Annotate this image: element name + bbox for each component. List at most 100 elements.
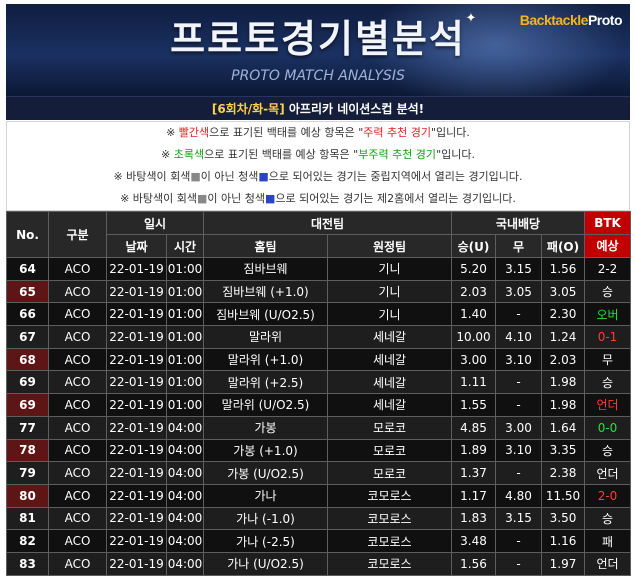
cell-home: 가봉 (+1.0)	[203, 438, 328, 463]
round-description: 아프리카 네이션스컵 분석!	[284, 102, 425, 116]
cell-type: ACO	[48, 370, 107, 395]
cell-lose: 1.64	[540, 415, 586, 440]
table-row[interactable]: 80 ACO 22-01-19 04:00 가나 코모로스 1.17 4.80 11.50 2-0	[6, 483, 632, 508]
table-row[interactable]: 83 ACO 22-01-19 04:00 가나 (U/O2.5) 코모로스 1.56-1.…	[6, 551, 632, 576]
cell-time: 01:00	[166, 347, 204, 372]
col-header-away: 원정팀	[327, 234, 452, 258]
cell-win: 1.37	[451, 461, 496, 485]
cell-pick: 0-0	[584, 415, 632, 440]
cell-pick: 승	[584, 370, 632, 395]
cell-type: ACO	[48, 438, 107, 463]
cell-win: 1.56	[451, 551, 496, 576]
cell-home: 가봉	[203, 415, 328, 440]
cell-draw: 3.15	[495, 257, 542, 281]
cell-date: 22-01-19	[106, 325, 167, 349]
page-title: 프로토경기별분석	[170, 17, 466, 61]
cell-pick: 0-1	[584, 325, 632, 349]
grey-square-icon: ■	[190, 170, 201, 183]
note-text: 으로 되어있는 경기는 제2홈에서 열리는 경기입니다.	[275, 192, 516, 205]
cell-away: 기니	[327, 279, 452, 304]
cell-no: 69	[6, 370, 49, 395]
cell-win: 1.89	[451, 438, 496, 463]
cell-pick: 언더	[584, 393, 632, 417]
cell-time: 04:00	[166, 415, 204, 440]
cell-win: 3.48	[451, 529, 496, 553]
table-row[interactable]: 65 ACO 22-01-19 01:00 짐바브웨 (+1.0) 기니 2.03 3.05 3…	[6, 279, 632, 304]
cell-date: 22-01-19	[106, 302, 167, 327]
cell-type: ACO	[48, 257, 107, 281]
cell-away: 코모로스	[327, 483, 452, 508]
cell-win: 2.03	[451, 279, 496, 304]
cell-no: 81	[6, 506, 49, 531]
cell-time: 04:00	[166, 551, 204, 576]
note-line: ※ 빨간색으로 표기된 백태를 예상 항목은 "주력 추천 경기"입니다.	[7, 122, 629, 144]
col-header-no: No.	[6, 211, 49, 258]
table-row[interactable]: 67 ACO 22-01-19 01:00 말라위 세네갈 10.00 4.10 1.24 0-1	[6, 325, 632, 349]
cell-time: 04:00	[166, 506, 204, 531]
note-line: ※ 초록색으로 표기된 백태를 예상 항목은 "부주력 추천 경기"입니다.	[7, 144, 629, 166]
cell-pick: 2-2	[584, 257, 632, 281]
table-row[interactable]: 69 ACO 22-01-19 01:00 말라위 (+2.5) 세네갈 1.11-1.98…	[6, 370, 632, 395]
cell-win: 1.17	[451, 483, 496, 508]
cell-time: 01:00	[166, 279, 204, 304]
cell-draw: 4.10	[495, 325, 542, 349]
note-green-keyword: 부주력 추천 경기	[358, 148, 437, 161]
cell-home: 말라위	[203, 325, 328, 349]
header-banner: ✦ BacktackleProto 프로토경기별분석 PROTO MATCH A…	[6, 4, 630, 96]
note-text: 이 아닌 청색	[207, 192, 266, 205]
table-row[interactable]: 81 ACO 22-01-19 04:00 가나 (-1.0) 코모로스 1.83 3.15 3…	[6, 506, 632, 531]
table-row[interactable]: 64 ACO 22-01-19 01:00 짐바브웨 기니 5.20 3.15 1.56 2-2	[6, 257, 632, 281]
table-row[interactable]: 78 ACO 22-01-19 04:00 가봉 (+1.0) 모로코 1.89 3.10 3.…	[6, 438, 632, 463]
match-table: No. 구분 일시 대전팀 국내배당 BTK 날짜 시간 홈팀 원정팀 승(U)…	[6, 211, 632, 576]
cell-lose: 2.30	[540, 302, 586, 327]
note-text: 으로 되어있는 경기는 중립지역에서 열리는 경기입니다.	[268, 170, 523, 183]
cell-time: 01:00	[166, 302, 204, 327]
cell-lose: 2.03	[540, 347, 586, 372]
cell-no: 67	[6, 325, 49, 349]
cell-home: 짐바브웨 (+1.0)	[203, 279, 328, 304]
legend-notes: ※ 빨간색으로 표기된 백태를 예상 항목은 "주력 추천 경기"입니다. ※ …	[6, 121, 630, 211]
cell-away: 기니	[327, 302, 452, 327]
note-text: "입니다.	[436, 148, 475, 161]
table-row[interactable]: 79 ACO 22-01-19 04:00 가봉 (U/O2.5) 모로코 1.37-2.3…	[6, 461, 632, 485]
cell-draw: 4.80	[495, 483, 542, 508]
cell-home: 가나 (-2.5)	[203, 529, 328, 553]
cell-type: ACO	[48, 529, 107, 553]
blue-square-icon: ■	[265, 192, 276, 205]
cell-date: 22-01-19	[106, 279, 167, 304]
cell-lose: 1.16	[540, 529, 586, 553]
table-row[interactable]: 82 ACO 22-01-19 04:00 가나 (-2.5) 코모로스 3.48-1.16…	[6, 529, 632, 553]
cell-time: 01:00	[166, 370, 204, 395]
cell-win: 1.40	[451, 302, 496, 327]
cell-lose: 1.98	[540, 370, 586, 395]
cell-no: 69	[6, 393, 49, 417]
cell-win: 1.55	[451, 393, 496, 417]
cell-win: 10.00	[451, 325, 496, 349]
cell-time: 04:00	[166, 483, 204, 508]
cell-draw: -	[495, 302, 542, 327]
cell-draw: -	[495, 529, 542, 553]
col-header-type: 구분	[48, 211, 107, 258]
cell-away: 모로코	[327, 415, 452, 440]
cell-type: ACO	[48, 347, 107, 372]
cell-home: 짐바브웨 (U/O2.5)	[203, 302, 328, 327]
cell-date: 22-01-19	[106, 347, 167, 372]
cell-pick: 언더	[584, 461, 632, 485]
cell-pick: 승	[584, 279, 632, 304]
table-row[interactable]: 77 ACO 22-01-19 04:00 가봉 모로코 4.85 3.00 1.64 0-0	[6, 415, 632, 440]
cell-type: ACO	[48, 279, 107, 304]
cell-time: 04:00	[166, 529, 204, 553]
cell-win: 5.20	[451, 257, 496, 281]
table-row[interactable]: 66 ACO 22-01-19 01:00 짐바브웨 (U/O2.5) 기니 1.40-2.…	[6, 302, 632, 327]
cell-no: 80	[6, 483, 49, 508]
cell-time: 04:00	[166, 438, 204, 463]
table-row[interactable]: 68 ACO 22-01-19 01:00 말라위 (+1.0) 세네갈 3.00 3.10 2…	[6, 347, 632, 372]
cell-time: 01:00	[166, 325, 204, 349]
cell-date: 22-01-19	[106, 415, 167, 440]
cell-home: 말라위 (U/O2.5)	[203, 393, 328, 417]
table-row[interactable]: 69 ACO 22-01-19 01:00 말라위 (U/O2.5) 세네갈 1.55-1.…	[6, 393, 632, 417]
note-text: 으로 표기된 백태를 예상 항목은 "	[209, 126, 364, 139]
cell-win: 1.11	[451, 370, 496, 395]
note-text: ※	[161, 148, 174, 161]
col-header-home: 홈팀	[203, 234, 328, 258]
